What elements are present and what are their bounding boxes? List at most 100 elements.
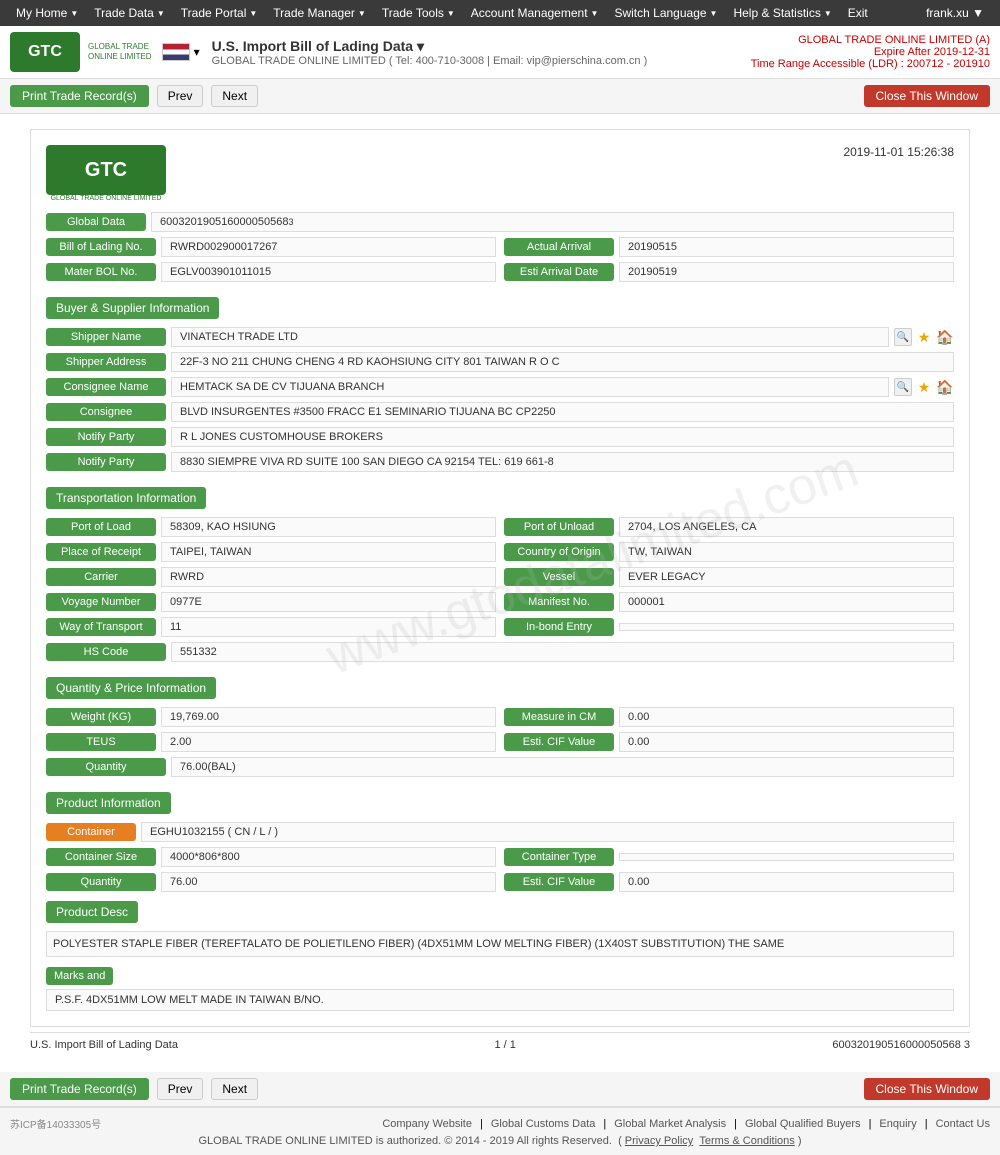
top-navigation: My Home▼ Trade Data▼ Trade Portal▼ Trade… [0,0,1000,26]
esti-arrival-label: Esti Arrival Date [504,263,614,281]
nav-trade-portal[interactable]: Trade Portal▼ [173,6,266,20]
teus-field: TEUS 2.00 [46,732,496,752]
teus-label: TEUS [46,733,156,751]
weight-row: Weight (KG) 19,769.00 Measure in CM 0.00 [46,707,954,727]
logo: GTC [10,32,80,72]
global-data-row: Global Data 6003201905160000505683 [46,212,954,232]
way-transport-label: Way of Transport [46,618,156,636]
measure-value: 0.00 [619,707,954,727]
company-subtitle: GLOBAL TRADE ONLINE LIMITED ( Tel: 400-7… [212,55,648,67]
consignee-name-row: Consignee Name HEMTACK SA DE CV TIJUANA … [46,377,954,397]
footer-link-company[interactable]: Company Website [382,1118,472,1130]
search-icon[interactable]: 🔍 [894,378,912,396]
hs-code-label: HS Code [46,643,166,661]
nav-trade-manager[interactable]: Trade Manager▼ [265,6,374,20]
transportation-header: Transportation Information [46,487,206,509]
product-desc-value: POLYESTER STAPLE FIBER (TEREFTALATO DE P… [46,931,954,957]
prev-button-top[interactable]: Prev [157,85,204,107]
carrier-field: Carrier RWRD [46,567,496,587]
terms-conditions-link[interactable]: Terms & Conditions [699,1135,794,1147]
esti-cif-label: Esti. CIF Value [504,733,614,751]
carrier-label: Carrier [46,568,156,586]
prev-button-bottom[interactable]: Prev [157,1078,204,1100]
company-info: U.S. Import Bill of Lading Data ▾ GLOBAL… [212,38,648,67]
next-button-top[interactable]: Next [211,85,258,107]
port-load-field: Port of Load 58309, KAO HSIUNG [46,517,496,537]
manifest-label: Manifest No. [504,593,614,611]
port-load-row: Port of Load 58309, KAO HSIUNG Port of U… [46,517,954,537]
home-icon[interactable]: 🏠 [936,328,954,346]
footer-link-customs[interactable]: Global Customs Data [491,1118,596,1130]
nav-trade-tools[interactable]: Trade Tools▼ [374,6,463,20]
icp-number: 苏ICP备14033305号 [10,1116,101,1131]
container-type-field: Container Type [504,847,954,867]
home-icon[interactable]: 🏠 [936,378,954,396]
nav-account-management[interactable]: Account Management▼ [463,6,607,20]
record-logo-box: GTC [46,145,166,195]
esti-cif-value: 0.00 [619,732,954,752]
measure-field: Measure in CM 0.00 [504,707,954,727]
actual-arrival-field: Actual Arrival 20190515 [504,237,954,257]
footer-link-market[interactable]: Global Market Analysis [614,1118,726,1130]
privacy-policy-link[interactable]: Privacy Policy [625,1135,693,1147]
container-size-field: Container Size 4000*806*800 [46,847,496,867]
container-size-label: Container Size [46,848,156,866]
bol-value: RWRD002900017267 [161,237,496,257]
product-esti-cif-value: 0.00 [619,872,954,892]
close-button-top[interactable]: Close This Window [864,85,990,107]
main-content: www.gtodatalimited.com GTC GLOBAL TRADE … [0,114,1000,1072]
product-quantity-row: Quantity 76.00 Esti. CIF Value 0.00 [46,872,954,892]
place-receipt-label: Place of Receipt [46,543,156,561]
teus-row: TEUS 2.00 Esti. CIF Value 0.00 [46,732,954,752]
place-receipt-field: Place of Receipt TAIPEI, TAIWAN [46,542,496,562]
nav-help-statistics[interactable]: Help & Statistics▼ [725,6,839,20]
carrier-value: RWRD [161,567,496,587]
nav-exit[interactable]: Exit [840,6,876,20]
close-button-bottom[interactable]: Close This Window [864,1078,990,1100]
notify-party-2-row: Notify Party 8830 SIEMPRE VIVA RD SUITE … [46,452,954,472]
quantity-value: 76.00(BAL) [171,757,954,777]
bol-row: Bill of Lading No. RWRD002900017267 Actu… [46,237,954,257]
place-receipt-value: TAIPEI, TAIWAN [161,542,496,562]
star-icon[interactable]: ★ [915,328,933,346]
way-transport-value: 11 [161,617,496,637]
record-header: GTC GLOBAL TRADE ONLINE LIMITED 2019-11-… [46,145,954,202]
record-id-bottom: 600320190516000050568 3 [832,1039,970,1051]
manifest-field: Manifest No. 000001 [504,592,954,612]
master-bol-row: Mater BOL No. EGLV003901011015 Esti Arri… [46,262,954,282]
nav-switch-language[interactable]: Switch Language▼ [606,6,725,20]
next-button-bottom[interactable]: Next [211,1078,258,1100]
notify-party-1-value: R L JONES CUSTOMHOUSE BROKERS [171,427,954,447]
star-icon[interactable]: ★ [915,378,933,396]
notify-party-2-value: 8830 SIEMPRE VIVA RD SUITE 100 SAN DIEGO… [171,452,954,472]
footer-link-buyers[interactable]: Global Qualified Buyers [745,1118,861,1130]
shipper-address-label: Shipper Address [46,353,166,371]
notify-party-2-label: Notify Party [46,453,166,471]
way-transport-field: Way of Transport 11 [46,617,496,637]
product-desc-section: Product Desc [46,897,954,927]
nav-trade-data[interactable]: Trade Data▼ [86,6,173,20]
in-bond-value [619,623,954,631]
copyright-text: GLOBAL TRADE ONLINE LIMITED is authorize… [199,1135,612,1147]
master-bol-value: EGLV003901011015 [161,262,496,282]
quantity-row: Quantity 76.00(BAL) [46,757,954,777]
teus-value: 2.00 [161,732,496,752]
record-bottom-info: U.S. Import Bill of Lading Data 1 / 1 60… [30,1032,970,1057]
search-icon[interactable]: 🔍 [894,328,912,346]
product-esti-cif-label: Esti. CIF Value [504,873,614,891]
actual-arrival-label: Actual Arrival [504,238,614,256]
subscription-line3: Time Range Accessible (LDR) : 200712 - 2… [751,58,990,70]
footer-link-contact[interactable]: Contact Us [936,1118,990,1130]
caret-icon: ▼ [70,9,78,18]
user-menu[interactable]: frank.xu ▼ [918,6,992,20]
hs-code-value: 551332 [171,642,954,662]
bottom-action-bar: Print Trade Record(s) Prev Next Close Th… [0,1072,1000,1107]
caret-icon: ▼ [447,9,455,18]
nav-my-home[interactable]: My Home▼ [8,6,86,20]
bol-label: Bill of Lading No. [46,238,156,256]
container-row: Container EGHU1032155 ( CN / L / ) [46,822,954,842]
actual-arrival-value: 20190515 [619,237,954,257]
print-button-bottom[interactable]: Print Trade Record(s) [10,1078,149,1100]
footer-link-enquiry[interactable]: Enquiry [879,1118,916,1130]
print-button-top[interactable]: Print Trade Record(s) [10,85,149,107]
